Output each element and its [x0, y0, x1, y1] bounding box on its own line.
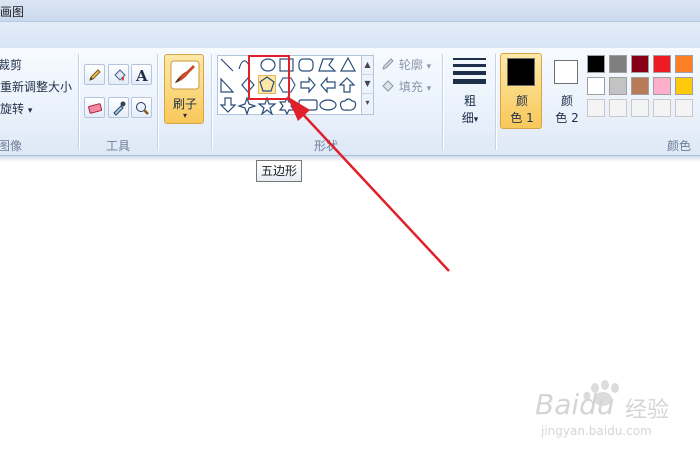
watermark-brand: Baidu	[535, 388, 615, 421]
watermark-url: jingyan.baidu.com	[541, 424, 652, 438]
watermark: Baidu 经验 jingyan.baidu.com	[535, 380, 695, 442]
annotation-arrow-shaft	[297, 108, 450, 272]
watermark-product: 经验	[625, 398, 670, 423]
